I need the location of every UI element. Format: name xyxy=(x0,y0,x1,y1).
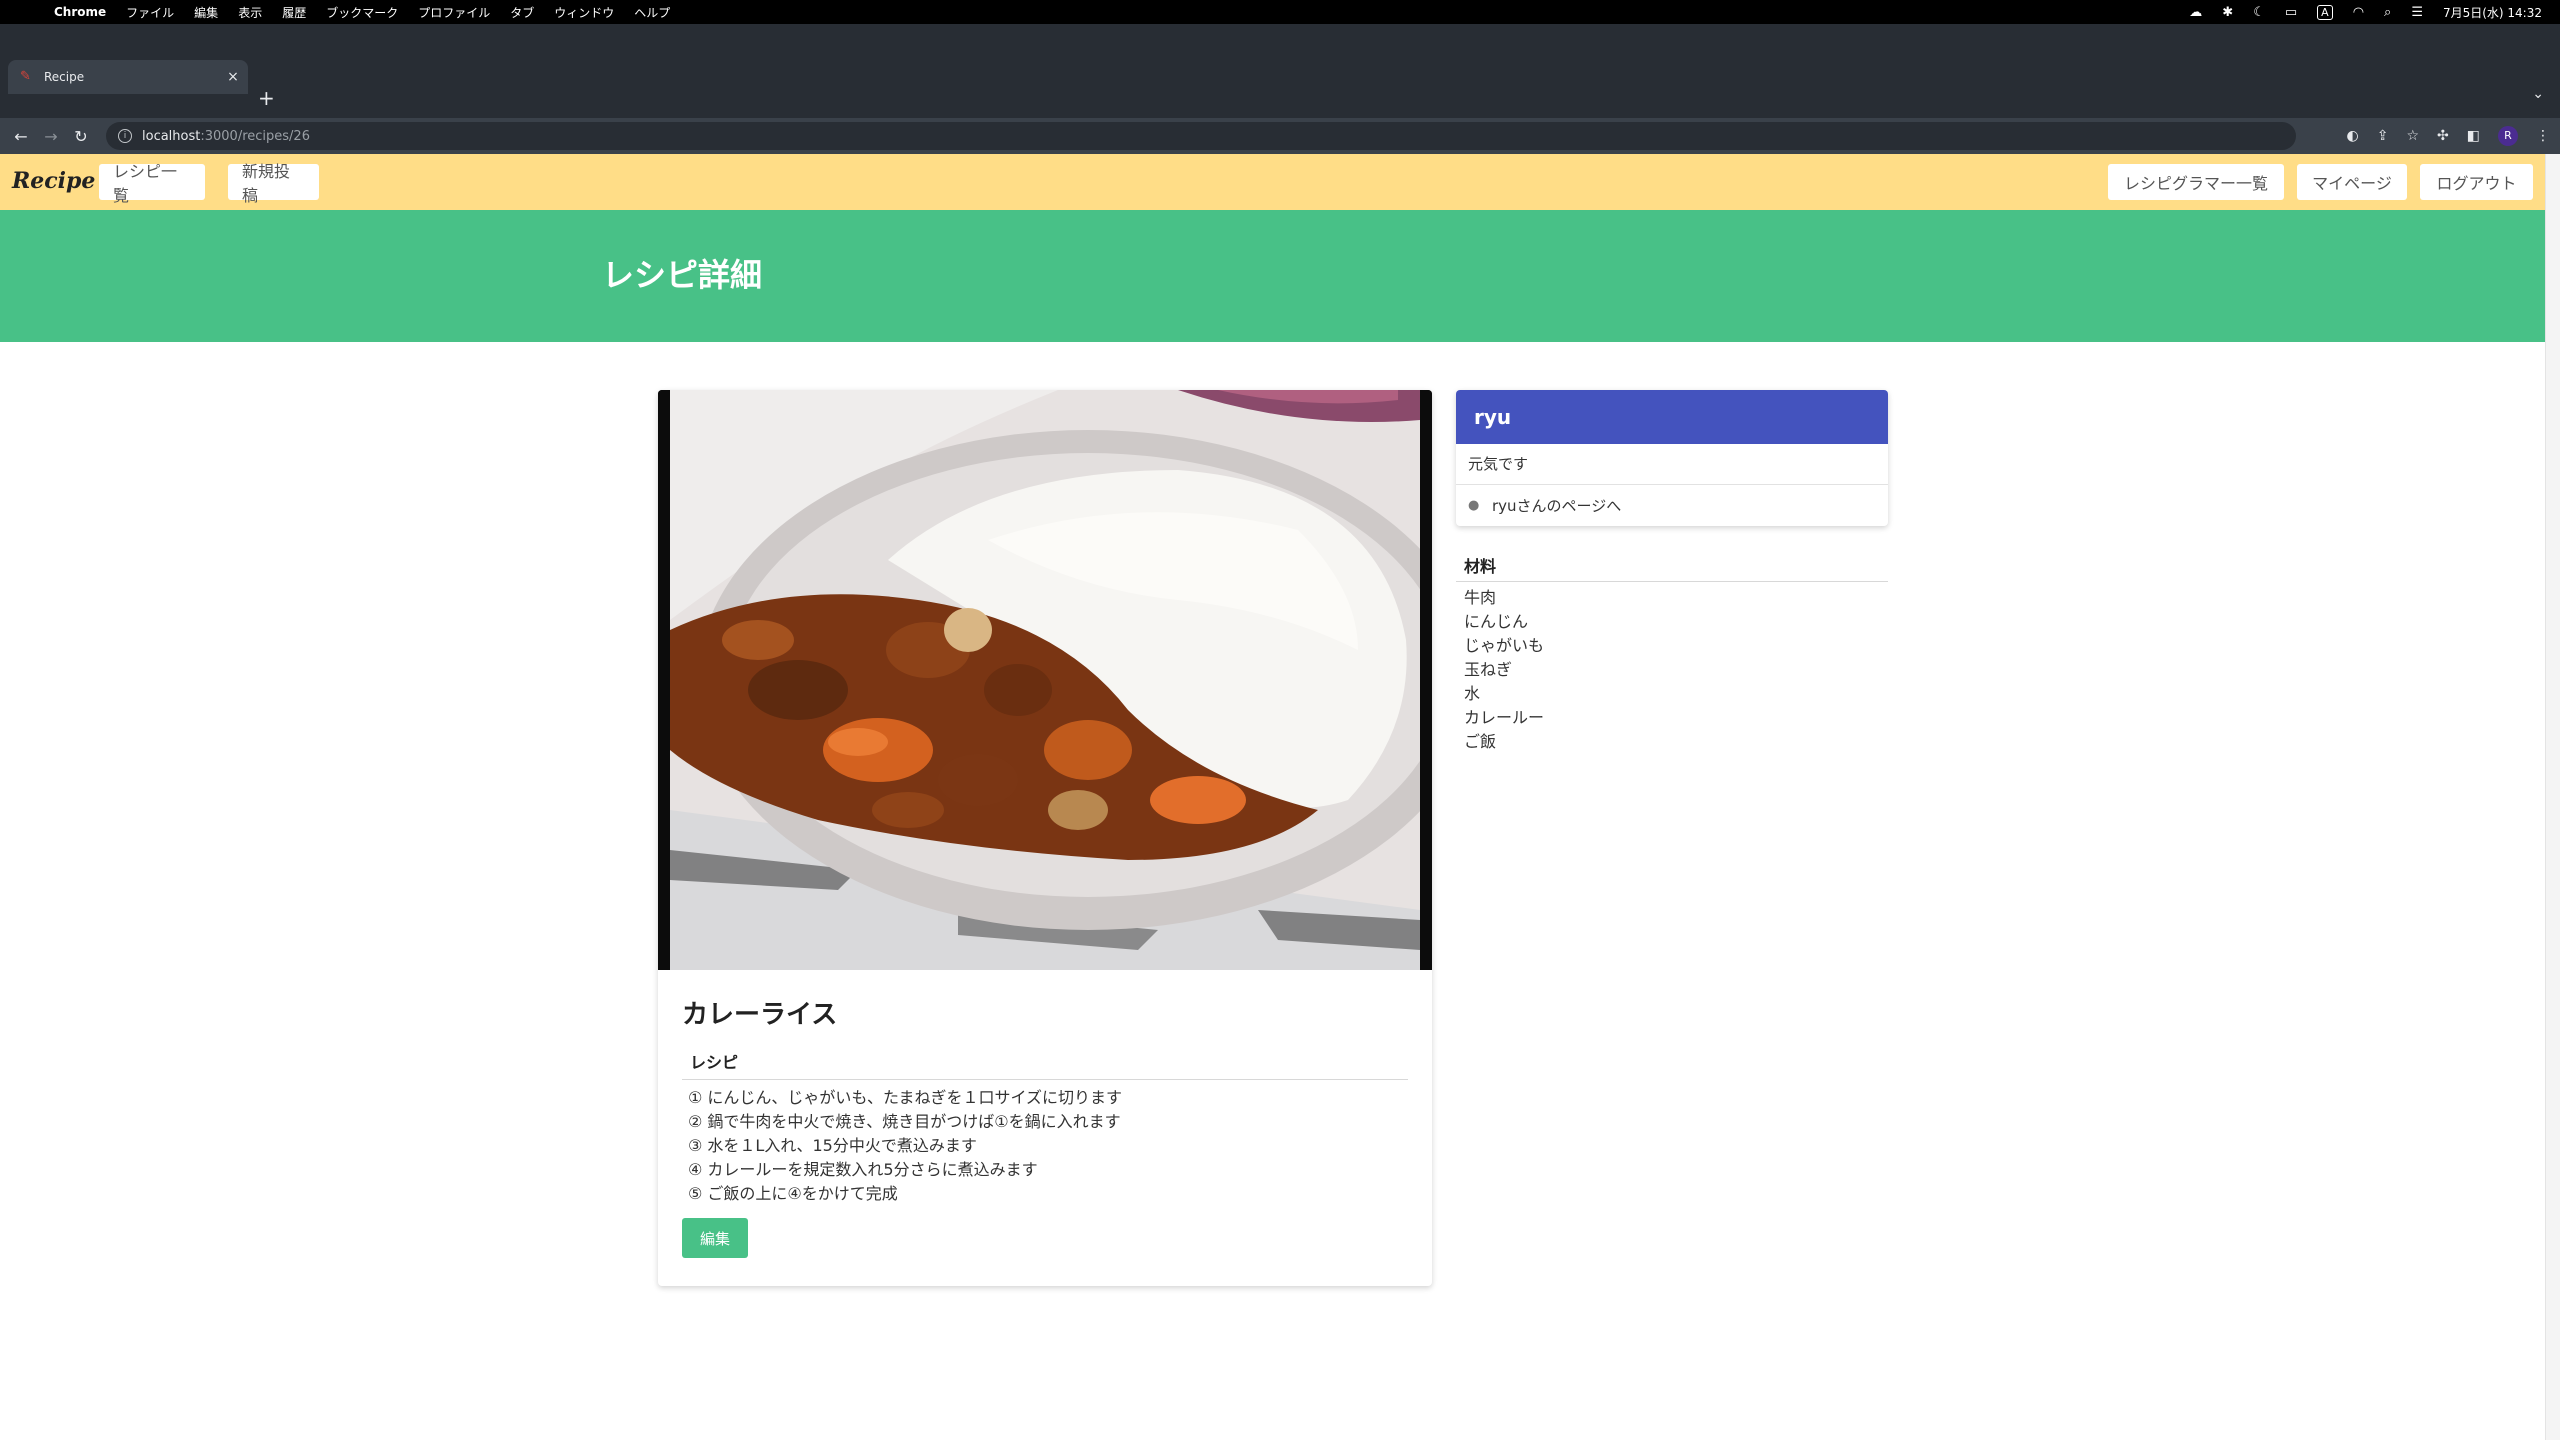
recipe-card: カレーライス レシピ ① にんじん、じゃがいも、たまねぎを１口サイズに切ります … xyxy=(658,390,1432,1286)
control-center-icon[interactable]: ☰ xyxy=(2411,5,2423,20)
ingredient-item: ご飯 xyxy=(1464,732,1497,751)
page-scrollbar[interactable] xyxy=(2545,154,2560,1440)
curry-rice-illustration xyxy=(658,390,1432,970)
tab-close-icon[interactable]: × xyxy=(222,69,244,85)
site-navbar: Recipe レシピ一覧 新規投稿 レシピグラマー一覧 マイページ ログアウト xyxy=(0,154,2545,210)
spotlight-search-icon[interactable]: ⌕ xyxy=(2384,5,2391,20)
profile-avatar[interactable]: R xyxy=(2498,126,2518,146)
author-page-link[interactable]: ● ryuさんのページへ xyxy=(1456,485,1888,526)
browser-tab[interactable]: ✎ Recipe × xyxy=(8,60,248,94)
tab-title: Recipe xyxy=(44,70,85,84)
forward-icon[interactable]: → xyxy=(36,127,66,146)
ingredient-item: カレールー xyxy=(1464,708,1545,727)
address-bar[interactable]: i localhost:3000/recipes/26 xyxy=(106,122,2296,150)
site-brand-logo[interactable]: Recipe xyxy=(12,168,95,194)
recipe-photo xyxy=(658,390,1432,970)
nav-my-page-button[interactable]: マイページ xyxy=(2297,164,2407,200)
ingredient-item: じゃがいも xyxy=(1464,636,1545,655)
extensions-icon[interactable]: ✣ xyxy=(2437,128,2449,144)
menu-file[interactable]: ファイル xyxy=(126,4,174,21)
google-lens-icon[interactable]: ◐ xyxy=(2347,128,2359,144)
recipe-step: ② 鍋で牛肉を中火で焼き、焼き目がつけば①を鍋に入れます xyxy=(688,1112,1121,1131)
nav-logout-button[interactable]: ログアウト xyxy=(2420,164,2533,200)
input-source-indicator[interactable]: A xyxy=(2317,4,2333,20)
nav-recipegrammer-list-button[interactable]: レシピグラマー一覧 xyxy=(2108,164,2284,200)
status-area: ☁ ✱ ☾ ▭ A ◠ ⌕ ☰ 7月5日(水) 14:32 xyxy=(2189,0,2542,24)
menu-profiles[interactable]: プロファイル xyxy=(418,4,490,21)
author-page-link-label: ryuさんのページへ xyxy=(1492,497,1622,515)
bluetooth-icon[interactable]: ✱ xyxy=(2222,5,2233,20)
menu-window[interactable]: ウィンドウ xyxy=(554,4,614,21)
menu-edit[interactable]: 編集 xyxy=(194,4,218,21)
recipe-title: カレーライス xyxy=(682,1000,838,1030)
hat-icon[interactable]: ☁ xyxy=(2189,5,2202,20)
author-card: ryu 元気です ● ryuさんのページへ xyxy=(1456,390,1888,526)
chrome-menu-icon[interactable]: ⋮ xyxy=(2536,128,2550,144)
site-info-icon[interactable]: i xyxy=(118,129,132,143)
new-tab-icon[interactable]: + xyxy=(258,86,275,110)
menu-bookmarks[interactable]: ブックマーク xyxy=(326,4,398,21)
url-path: :3000/recipes/26 xyxy=(200,128,310,144)
menu-tab[interactable]: タブ xyxy=(510,4,534,21)
back-icon[interactable]: ← xyxy=(6,127,36,146)
recipe-step: ③ 水を１L入れ、15分中火で煮込みます xyxy=(688,1136,977,1155)
reload-icon[interactable]: ↻ xyxy=(66,127,96,146)
ingredient-item: 玉ねぎ xyxy=(1464,660,1513,679)
author-name: ryu xyxy=(1456,390,1888,444)
favicon-icon: ✎ xyxy=(20,69,31,84)
menu-history[interactable]: 履歴 xyxy=(282,4,306,21)
recipe-step: ① にんじん、じゃがいも、たまねぎを１口サイズに切ります xyxy=(688,1088,1122,1107)
menu-app-name[interactable]: Chrome xyxy=(54,5,106,19)
ingredient-item: 牛肉 xyxy=(1464,588,1497,607)
ingredient-item: にんじん xyxy=(1464,612,1529,631)
recipe-steps-list: ① にんじん、じゃがいも、たまねぎを１口サイズに切ります ② 鍋で牛肉を中火で焼… xyxy=(688,1086,1408,1206)
menu-help[interactable]: ヘルプ xyxy=(634,4,670,21)
battery-icon[interactable]: ▭ xyxy=(2285,5,2297,20)
browser-tab-strip xyxy=(0,24,2560,118)
nav-new-post-button[interactable]: 新規投稿 xyxy=(228,162,319,205)
page-title: レシピ詳細 xyxy=(602,256,763,294)
ingredients-heading: 材料 xyxy=(1456,552,1888,582)
edit-recipe-button[interactable]: 編集 xyxy=(682,1218,748,1258)
person-icon: ● xyxy=(1468,497,1480,513)
toolbar-actions: ◐ ⇪ ☆ ✣ ◧ R ⋮ xyxy=(2347,118,2550,154)
url-host: localhost xyxy=(142,128,201,144)
menu-view[interactable]: 表示 xyxy=(238,4,262,21)
browser-toolbar: ← → ↻ i localhost:3000/recipes/26 ◐ ⇪ ☆ … xyxy=(0,118,2560,154)
ingredient-item: 水 xyxy=(1464,684,1481,703)
macos-menu-bar: Chrome ファイル 編集 表示 履歴 ブックマーク プロファイル タブ ウィ… xyxy=(0,0,2560,24)
share-icon[interactable]: ⇪ xyxy=(2377,128,2389,144)
wifi-icon[interactable]: ◠ xyxy=(2353,5,2364,20)
moon-icon[interactable]: ☾ xyxy=(2253,5,2265,20)
author-bio: 元気です xyxy=(1456,444,1888,485)
hero-banner: レシピ詳細 xyxy=(0,210,2545,342)
recipe-step: ⑤ ご飯の上に④をかけて完成 xyxy=(688,1184,898,1203)
clock[interactable]: 7月5日(水) 14:32 xyxy=(2443,4,2542,21)
recipe-steps-heading: レシピ xyxy=(682,1050,1408,1080)
web-page: Recipe レシピ一覧 新規投稿 レシピグラマー一覧 マイページ ログアウト … xyxy=(0,154,2545,1440)
tab-search-chevron-icon[interactable]: ⌄ xyxy=(2532,86,2544,102)
ingredients-list: 牛肉 にんじん じゃがいも 玉ねぎ 水 カレールー ご飯 xyxy=(1464,586,1544,754)
side-panel-icon[interactable]: ◧ xyxy=(2467,128,2480,144)
recipe-step: ④ カレールーを規定数入れ5分さらに煮込みます xyxy=(688,1160,1038,1179)
nav-recipe-list-button[interactable]: レシピ一覧 xyxy=(99,162,205,205)
bookmark-star-icon[interactable]: ☆ xyxy=(2406,128,2419,144)
